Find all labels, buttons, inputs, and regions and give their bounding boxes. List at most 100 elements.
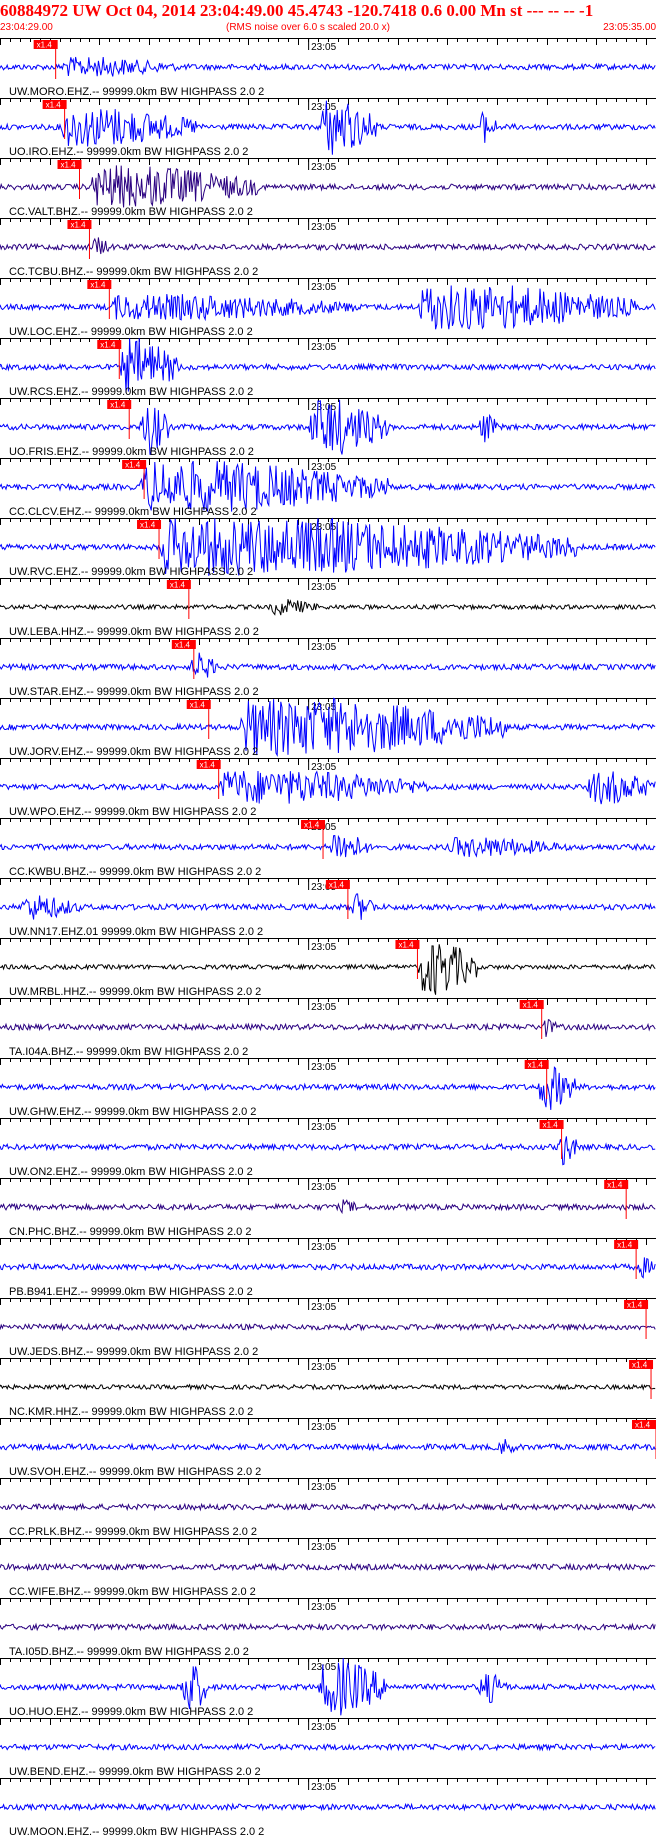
pick-label: x1.4 bbox=[543, 1121, 559, 1130]
minute-tick-label: 23:05 bbox=[311, 1482, 336, 1493]
trace-label: CN.PHC.BHZ.-- 99999.0km BW HIGHPASS 2.0 … bbox=[9, 1226, 251, 1238]
minute-tick-label: 23:05 bbox=[311, 162, 336, 173]
minute-tick-label: 23:05 bbox=[311, 1002, 336, 1013]
pick-label: x1.4 bbox=[140, 521, 156, 530]
pick-label: x1.4 bbox=[170, 581, 186, 590]
waveform bbox=[0, 1018, 656, 1037]
pick-label: x1.4 bbox=[523, 1001, 539, 1010]
minute-tick-label: 23:05 bbox=[311, 1062, 336, 1073]
trace-row: 23:05x1.4CC.KWBU.BHZ.-- 99999.0km BW HIG… bbox=[0, 818, 656, 878]
minute-tick-label: 23:05 bbox=[311, 942, 336, 953]
pick-label: x1.4 bbox=[607, 1181, 623, 1190]
minute-tick-label: 23:05 bbox=[311, 1662, 336, 1673]
minute-tick-label: 23:05 bbox=[311, 1722, 336, 1733]
pick-label: x1.4 bbox=[627, 1301, 643, 1310]
trace-label: UW.JORV.EHZ.-- 99999.0km BW HIGHPASS 2.0… bbox=[9, 746, 258, 758]
trace-row: 23:05 UO.HUO.EHZ.-- 99999.0km BW HIGHPASS… bbox=[0, 1658, 656, 1718]
trace-label: UW.LOC.EHZ.-- 99999.0km BW HIGHPASS 2.0 … bbox=[9, 326, 253, 338]
pick-label: x1.4 bbox=[190, 701, 206, 710]
trace-row: 23:05x1.4UW.NN17.EHZ.01 99999.0km BW HIG… bbox=[0, 878, 656, 938]
waveform bbox=[0, 652, 656, 678]
trace-row: 23:05 CC.PRLK.BHZ.-- 99999.0km BW HIGHPAS… bbox=[0, 1478, 656, 1538]
pick-label: x1.4 bbox=[110, 401, 126, 410]
pick-label: x1.4 bbox=[200, 761, 216, 770]
trace-row: 23:05 x1.4 UW.GHW.EHZ.-- 99999.0km BW HIGH… bbox=[0, 1058, 656, 1118]
minute-tick-label: 23:05 bbox=[311, 342, 336, 353]
trace-label: UW.SVOH.EHZ.-- 99999.0km BW HIGHPASS 2.0… bbox=[9, 1466, 261, 1478]
trace-label: UW.GHW.EHZ.-- 99999.0km BW HIGHPASS 2.0 … bbox=[9, 1106, 256, 1118]
waveform bbox=[0, 1502, 656, 1512]
trace-label: UW.BEND.EHZ.-- 99999.0km BW HIGHPASS 2.0… bbox=[9, 1766, 261, 1778]
trace-row: 23:05 x1.4 UW.JEDS.BHZ.-- 99999.0km BW HIG… bbox=[0, 1298, 656, 1358]
waveform bbox=[0, 1802, 656, 1812]
minute-tick-label: 23:05 bbox=[311, 1182, 336, 1193]
trace-row: 23:05x1.4UW.JORV.EHZ.-- 99999.0km BW HIG… bbox=[0, 697, 656, 758]
pick-label: x1.4 bbox=[70, 221, 86, 230]
trace-row: 23:05 x1.4 UW.WPO.EHZ.-- 99999.0km BW HIGH… bbox=[0, 758, 656, 818]
waveform bbox=[0, 770, 656, 805]
event-title: 60884972 UW Oct 04, 2014 23:04:49.00 45.… bbox=[0, 1, 594, 20]
trace-row: 23:05 x1.4 CN.PHC.BHZ.-- 99999.0km BW HIGH… bbox=[0, 1178, 656, 1238]
minute-tick-label: 23:05 bbox=[311, 1242, 336, 1253]
trace-label: UW.WPO.EHZ.-- 99999.0km BW HIGHPASS 2.0 … bbox=[9, 806, 256, 818]
start-time-label: 23:04:29.00 bbox=[0, 22, 53, 33]
trace-row: 23:05x1.4CC.CLCV.EHZ.-- 99999.0km BW HIG… bbox=[0, 458, 656, 518]
trace-label: UW.LEBA.HHZ.-- 99999.0km BW HIGHPASS 2.0… bbox=[9, 626, 259, 638]
minute-tick-label: 23:05 bbox=[311, 642, 336, 653]
end-time-label: 23:05:35.00 bbox=[603, 22, 656, 33]
trace-label: CC.KWBU.BHZ.-- 99999.0km BW HIGHPASS 2.0… bbox=[9, 866, 261, 878]
waveform bbox=[0, 1136, 656, 1166]
trace-row: 23:05 x1.4 UW.LOC.EHZ.-- 99999.0km BW HIGH… bbox=[0, 278, 656, 338]
trace-row: 23:05 x1.4 UO.FRIS.EHZ.-- 99999.0km BW HIG… bbox=[0, 398, 656, 458]
minute-tick-label: 23:05 bbox=[311, 402, 336, 413]
trace-label: TA.I04A.BHZ.-- 99999.0km BW HIGHPASS 2.0… bbox=[9, 1046, 248, 1058]
waveform bbox=[0, 1742, 656, 1752]
trace-label: TA.I05D.BHZ.-- 99999.0km BW HIGHPASS 2.0… bbox=[9, 1646, 249, 1658]
trace-label: UW.MORO.EHZ.-- 99999.0km BW HIGHPASS 2.0… bbox=[9, 86, 264, 98]
pick-label: x1.4 bbox=[632, 1361, 648, 1370]
trace-label: UW.RVC.EHZ.-- 99999.0km BW HIGHPASS 2.0 … bbox=[9, 566, 253, 578]
trace-row: 23:05 x1.4 NC.KMR.HHZ.-- 99999.0km BW HIGH… bbox=[0, 1358, 656, 1418]
trace-row: 23:05 UW.BEND.EHZ.-- 99999.0km BW HIGHPAS… bbox=[0, 1718, 656, 1778]
pick-label: x1.4 bbox=[46, 101, 62, 110]
trace-label: UW.STAR.EHZ.-- 99999.0km BW HIGHPASS 2.0… bbox=[9, 686, 259, 698]
trace-label: UO.FRIS.EHZ.-- 99999.0km BW HIGHPASS 2.0… bbox=[9, 446, 254, 458]
minute-tick-label: 23:05 bbox=[311, 102, 336, 113]
trace-row: 23:05 x1.4 CC.TCBU.BHZ.-- 99999.0km BW HIG… bbox=[0, 218, 656, 278]
minute-tick-label: 23:05 bbox=[311, 1362, 336, 1373]
pick-label: x1.4 bbox=[100, 341, 116, 350]
trace-label: UW.JEDS.BHZ.-- 99999.0km BW HIGHPASS 2.0… bbox=[9, 1346, 258, 1358]
trace-row: 23:05x1.4UW.RVC.EHZ.-- 99999.0km BW HIGH… bbox=[0, 517, 656, 578]
waveform bbox=[0, 834, 656, 858]
waveform bbox=[0, 1066, 656, 1110]
pick-label: x1.4 bbox=[37, 41, 53, 50]
waveform bbox=[0, 1257, 656, 1279]
minute-tick-label: 23:05 bbox=[311, 1602, 336, 1613]
pick-label: x1.4 bbox=[175, 641, 191, 650]
trace-row: 23:05 x1.4 PB.B941.EHZ.-- 99999.0km BW HIG… bbox=[0, 1238, 656, 1298]
minute-tick-label: 23:05 bbox=[311, 42, 336, 53]
trace-label: NC.KMR.HHZ.-- 99999.0km BW HIGHPASS 2.0 … bbox=[9, 1406, 253, 1418]
pick-label: x1.4 bbox=[125, 461, 141, 470]
pick-label: x1.4 bbox=[617, 1241, 633, 1250]
trace-row: 23:05 x1.4 UW.MORO.EHZ.-- 99999.0km BW HIG… bbox=[0, 38, 656, 98]
trace-row: 23:05 x1.4 UW.MRBL.HHZ.-- 99999.0km BW HIG… bbox=[0, 938, 656, 998]
trace-label: UW.NN17.EHZ.01 99999.0km BW HIGHPASS 2.0… bbox=[9, 926, 263, 938]
minute-tick-label: 23:05 bbox=[311, 1422, 336, 1433]
scaling-note: (RMS noise over 6.0 s scaled 20.0 x) bbox=[226, 22, 390, 33]
pick-label: x1.4 bbox=[398, 941, 414, 950]
waveform bbox=[0, 599, 656, 616]
trace-row: 23:05 x1.4 TA.I04A.BHZ.-- 99999.0km BW HIG… bbox=[0, 998, 656, 1058]
pick-label: x1.4 bbox=[304, 821, 320, 830]
trace-label: CC.PRLK.BHZ.-- 99999.0km BW HIGHPASS 2.0… bbox=[9, 1526, 257, 1538]
pick-label: x1.4 bbox=[61, 161, 77, 170]
trace-row: 23:05 x1.4 CC.VALT.BHZ.-- 99999.0km BW HIG… bbox=[0, 158, 656, 218]
minute-tick-label: 23:05 bbox=[311, 1122, 336, 1133]
seismogram-plot: 23:05 x1.4 UW.MORO.EHZ.-- 99999.0km BW HIG… bbox=[0, 38, 656, 1838]
minute-tick-label: 23:05 bbox=[311, 1542, 336, 1553]
pick-label: x1.4 bbox=[528, 1061, 544, 1070]
minute-tick-label: 23:05 bbox=[311, 1782, 336, 1793]
minute-tick-label: 23:05 bbox=[311, 582, 336, 593]
trace-row: 23:05 x1.4 UW.SVOH.EHZ.-- 99999.0km BW HIG… bbox=[0, 1418, 656, 1478]
trace-label: UW.MOON.EHZ.-- 99999.0km BW HIGHPASS 2.0… bbox=[9, 1826, 264, 1838]
